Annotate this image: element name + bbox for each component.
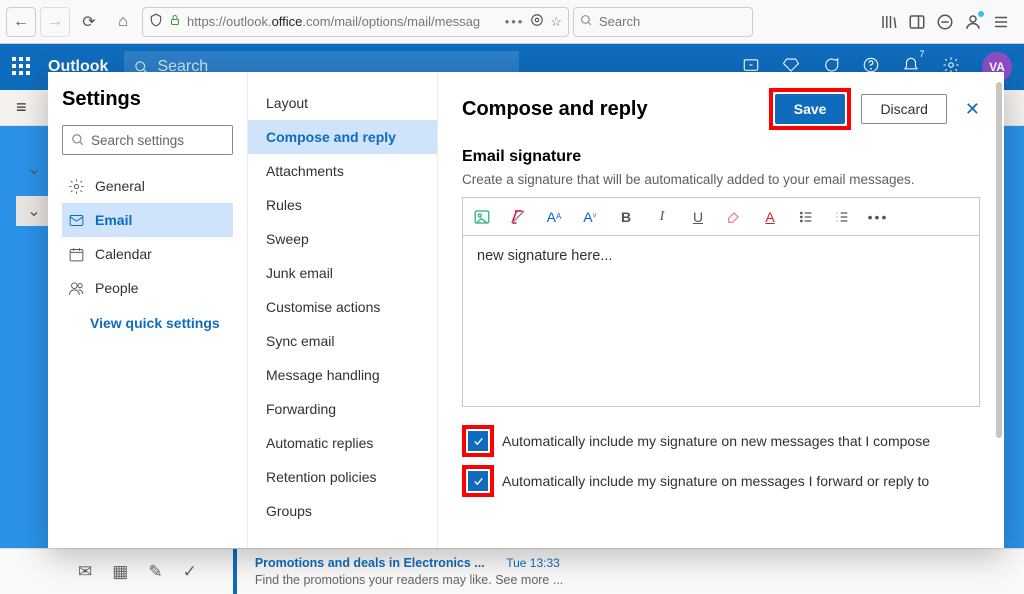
check1-highlight	[462, 425, 494, 457]
clear-format-icon[interactable]	[509, 208, 527, 226]
more-options-icon[interactable]: •••	[869, 208, 887, 226]
rail-chevron-2[interactable]: ⌄	[16, 196, 52, 226]
mail-icon	[68, 212, 85, 229]
sub-attachments[interactable]: Attachments	[248, 154, 437, 188]
url-text: https://outlook.office.com/mail/options/…	[187, 14, 480, 29]
close-button[interactable]: ✕	[965, 99, 980, 120]
settings-content-column: Compose and reply Save Discard ✕ Email s…	[438, 72, 1004, 548]
settings-title: Settings	[62, 88, 233, 111]
sub-sweep[interactable]: Sweep	[248, 222, 437, 256]
category-label: Calendar	[95, 246, 152, 262]
tasks-rail-icon[interactable]: ✓	[183, 562, 197, 582]
sidebar-toggle-icon[interactable]	[908, 13, 926, 31]
insert-image-icon[interactable]	[473, 208, 491, 226]
extension-icon[interactable]	[936, 13, 954, 31]
category-email[interactable]: Email	[62, 203, 233, 237]
unread-indicator	[233, 549, 237, 594]
underline-icon[interactable]: U	[689, 208, 707, 226]
highlight-icon[interactable]	[725, 208, 743, 226]
more-icon[interactable]: •••	[505, 14, 525, 29]
mail-rail-icon[interactable]: ✉	[78, 562, 92, 582]
rail-chevron-1[interactable]: ⌄	[16, 154, 52, 184]
check2-highlight	[462, 465, 494, 497]
content-scrollbar[interactable]	[996, 82, 1002, 538]
people-rail-icon[interactable]: ✎	[148, 562, 162, 582]
message-peek-row: ✉ ▦ ✎ ✓ Promotions and deals in Electron…	[0, 548, 1024, 594]
save-highlight: Save	[769, 88, 852, 130]
discard-button[interactable]: Discard	[861, 94, 946, 124]
italic-icon[interactable]: I	[653, 208, 671, 226]
category-calendar[interactable]: Calendar	[62, 237, 233, 271]
back-button[interactable]: ←	[6, 7, 36, 37]
sub-junk-email[interactable]: Junk email	[248, 256, 437, 290]
sub-groups[interactable]: Groups	[248, 494, 437, 528]
sub-layout[interactable]: Layout	[248, 86, 437, 120]
url-bar[interactable]: https://outlook.office.com/mail/options/…	[142, 7, 569, 37]
settings-search-placeholder: Search settings	[91, 133, 184, 148]
sub-automatic-replies[interactable]: Automatic replies	[248, 426, 437, 460]
lock-icon	[169, 14, 181, 29]
category-people[interactable]: People	[62, 271, 233, 305]
sub-sync-email[interactable]: Sync email	[248, 324, 437, 358]
bold-icon[interactable]: B	[617, 208, 635, 226]
settings-search-input[interactable]: Search settings	[62, 125, 233, 155]
people-icon	[68, 280, 85, 297]
section-description: Create a signature that will be automati…	[462, 172, 980, 187]
reload-button[interactable]: ⟳	[74, 7, 104, 37]
category-general[interactable]: General	[62, 169, 233, 203]
category-label: General	[95, 178, 145, 194]
bullet-list-icon[interactable]	[797, 208, 815, 226]
number-list-icon[interactable]	[833, 208, 851, 226]
browser-search-input[interactable]: Search	[573, 7, 753, 37]
hamburger-icon[interactable]: ≡	[16, 97, 27, 118]
settings-modal: Settings Search settings General Email C…	[48, 72, 1004, 548]
search-icon	[580, 14, 593, 30]
home-button[interactable]: ⌂	[108, 7, 138, 37]
content-heading: Compose and reply	[462, 98, 769, 121]
bookmark-star-icon[interactable]: ☆	[550, 14, 562, 30]
settings-subcategories-column: LayoutCompose and replyAttachmentsRulesS…	[248, 72, 438, 548]
peek-time: Tue 13:33	[506, 556, 560, 570]
category-label: Email	[95, 212, 132, 228]
peek-title: Promotions and deals in Electronics ...	[255, 556, 485, 570]
menu-icon[interactable]	[992, 13, 1010, 31]
view-quick-settings-link[interactable]: View quick settings	[62, 315, 233, 331]
include-new-checkbox[interactable]	[468, 431, 488, 451]
browser-right-icons	[872, 13, 1018, 31]
forward-button[interactable]: →	[40, 7, 70, 37]
signature-editor: AA A˅ B I U A ••• new signature here...	[462, 197, 980, 407]
browser-toolbar: ← → ⟳ ⌂ https://outlook.office.com/mail/…	[0, 0, 1024, 44]
peek-subtitle: Find the promotions your readers may lik…	[255, 573, 563, 587]
font-size-down-icon[interactable]: A˅	[581, 208, 599, 226]
library-icon[interactable]	[880, 13, 898, 31]
editor-toolbar: AA A˅ B I U A •••	[463, 198, 979, 236]
include-reply-checkbox[interactable]	[468, 471, 488, 491]
calendar-rail-icon[interactable]: ▦	[112, 562, 128, 582]
shield-icon	[149, 13, 163, 30]
sub-rules[interactable]: Rules	[248, 188, 437, 222]
app-launcher-icon[interactable]	[12, 57, 32, 77]
calendar-icon	[68, 246, 85, 263]
account-icon[interactable]	[964, 13, 982, 31]
settings-categories-column: Settings Search settings General Email C…	[48, 72, 248, 548]
save-button[interactable]: Save	[775, 94, 846, 124]
signature-textarea[interactable]: new signature here...	[463, 236, 979, 406]
check2-label: Automatically include my signature on me…	[502, 473, 929, 489]
sub-compose-and-reply[interactable]: Compose and reply	[248, 120, 437, 154]
search-placeholder: Search	[599, 14, 640, 29]
font-size-up-icon[interactable]: AA	[545, 208, 563, 226]
check1-label: Automatically include my signature on ne…	[502, 433, 930, 449]
peek-message[interactable]: Promotions and deals in Electronics ... …	[255, 555, 563, 588]
category-label: People	[95, 280, 139, 296]
sub-forwarding[interactable]: Forwarding	[248, 392, 437, 426]
sub-customise-actions[interactable]: Customise actions	[248, 290, 437, 324]
section-title: Email signature	[462, 148, 980, 166]
sub-retention-policies[interactable]: Retention policies	[248, 460, 437, 494]
info-icon[interactable]	[530, 13, 544, 30]
font-color-icon[interactable]: A	[761, 208, 779, 226]
gear-icon	[68, 178, 85, 195]
sub-message-handling[interactable]: Message handling	[248, 358, 437, 392]
